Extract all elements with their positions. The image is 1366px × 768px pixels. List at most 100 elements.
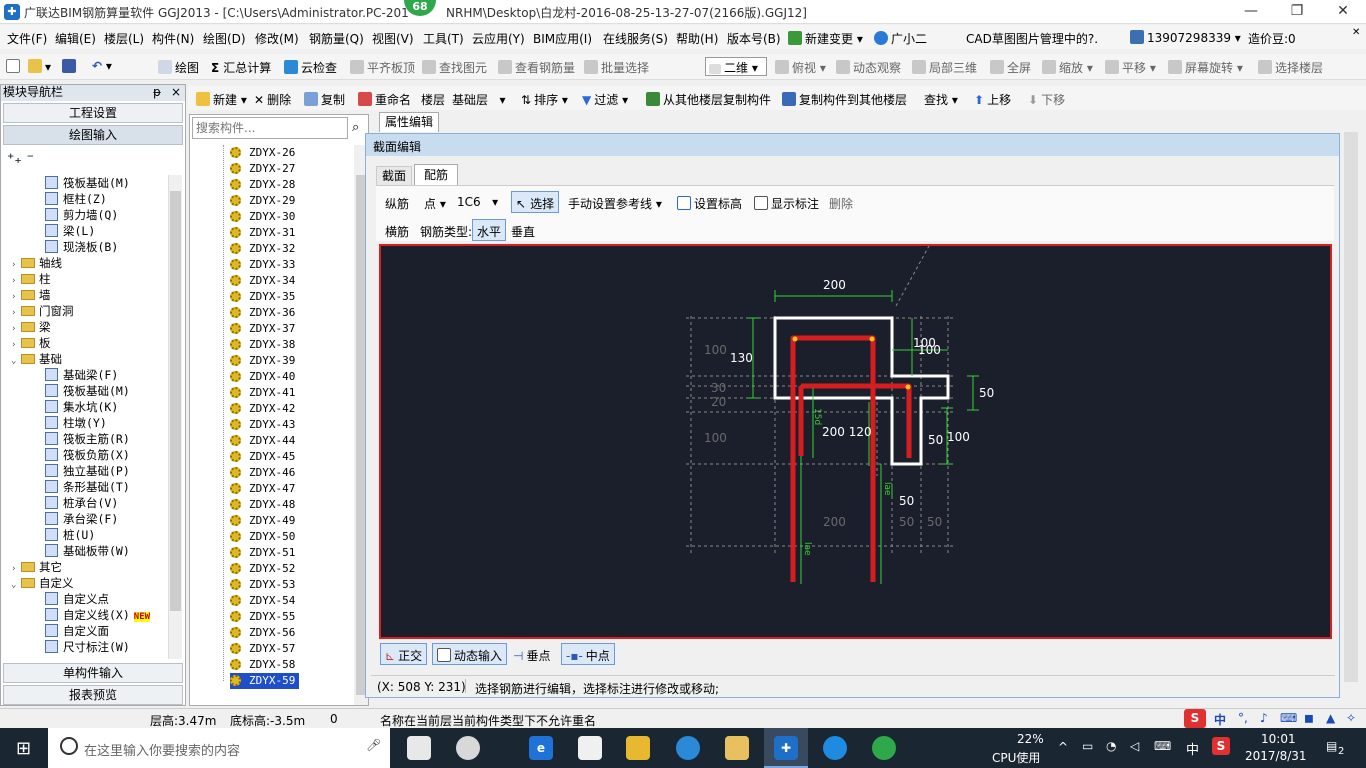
tree-item[interactable]: 桩承台(V) (45, 495, 118, 511)
floor-select[interactable]: 基础层 ▾ (452, 91, 505, 108)
taskbar-search[interactable]: 在这里输入你要搜索的内容 🎤︎ (48, 728, 390, 768)
app-icon-g[interactable] (456, 736, 480, 760)
list-item[interactable]: ZDYX-59 (230, 673, 300, 689)
ortho-button[interactable]: ⊾ 正交 (380, 643, 428, 665)
tab-section[interactable]: 截面 (376, 166, 412, 185)
dim-top-200[interactable]: 200 (823, 278, 846, 292)
find-button[interactable]: 查找 ▾ (924, 91, 958, 108)
menu-rebar[interactable]: 钢筋量(Q) (309, 30, 364, 47)
select-floor-button[interactable]: 选择楼层 (1258, 59, 1323, 76)
list-item[interactable]: ZDYX-27 (230, 161, 295, 177)
tree-item[interactable]: 承台梁(F) (45, 511, 118, 527)
list-item[interactable]: ZDYX-37 (230, 321, 295, 337)
windows-start-icon[interactable]: ⊞ (16, 738, 31, 759)
batch-select-button[interactable]: 批量选择 (584, 59, 649, 76)
user-phone[interactable]: 13907298339 ▾ (1130, 30, 1241, 45)
list-item[interactable]: ZDYX-34 (230, 273, 295, 289)
clock-date[interactable]: 2017/8/31 (1245, 749, 1307, 763)
dim-right-100c[interactable]: 100 (947, 430, 970, 444)
dim-bot-50[interactable]: 50 (899, 494, 914, 508)
pin-icon[interactable]: ᵽ (153, 85, 161, 100)
tree-expand-icon[interactable]: ⌄ (11, 353, 21, 369)
list-item[interactable]: ZDYX-53 (230, 577, 295, 593)
list-item[interactable]: ZDYX-39 (230, 353, 295, 369)
rotate-button[interactable]: 屏幕旋转 ▾ (1168, 59, 1243, 76)
sort-button[interactable]: ⇅ 排序 ▾ (521, 91, 568, 108)
clock-time[interactable]: 10:01 (1261, 732, 1296, 746)
copy-to-floor-button[interactable]: 复制构件到其他楼层 (782, 91, 907, 108)
tree-item[interactable]: 自定义点 (45, 591, 109, 607)
list-item[interactable]: ZDYX-57 (230, 641, 295, 657)
app-icon-green[interactable] (872, 736, 896, 760)
store-icon[interactable] (578, 736, 602, 760)
tree-item[interactable]: 梁(L) (45, 223, 95, 239)
cad-note[interactable]: CAD草图图片管理中的?. (966, 30, 1098, 47)
list-item[interactable]: ZDYX-52 (230, 561, 295, 577)
sogou-ime-icon[interactable]: S (1184, 709, 1206, 728)
pan-button[interactable]: 平移 ▾ (1105, 59, 1156, 76)
horizontal-button[interactable]: 水平 (472, 219, 507, 241)
list-item[interactable]: ZDYX-30 (230, 209, 295, 225)
menu-close-icon[interactable]: ✕ (1352, 27, 1360, 38)
show-dim-button[interactable]: 显示标注 (754, 195, 819, 212)
filter-button[interactable]: ▼ 过滤 ▾ (582, 91, 628, 108)
search-icon[interactable]: ⌕ (352, 120, 359, 135)
tree-item[interactable]: ⌄ 基础 (11, 351, 62, 367)
copy-component-button[interactable]: 复制 (304, 91, 345, 108)
longit-rebar-label[interactable]: 纵筋 (385, 195, 409, 212)
dim-mid-200-120[interactable]: 200 120 (822, 425, 872, 439)
view-rebar-button[interactable]: 查看钢筋量 (498, 59, 575, 76)
tree-item[interactable]: 筏板基础(M) (45, 175, 130, 191)
nav-close-icon[interactable]: × (171, 85, 181, 100)
dim-right-50a[interactable]: 50 (979, 386, 994, 400)
list-item[interactable]: ZDYX-49 (230, 513, 295, 529)
beans-balance[interactable]: 造价豆:0 (1248, 30, 1296, 47)
cloud-check-button[interactable]: 云检查 (284, 59, 337, 76)
midpoint-button[interactable]: -▪- 中点 (561, 643, 615, 665)
tray-chevron-icon[interactable]: ^ (1058, 740, 1068, 754)
section-canvas[interactable]: 200 130 100 100 50 50 100 200 120 50 100… (379, 244, 1332, 639)
tree-scroll-thumb[interactable] (170, 191, 181, 611)
draw-button[interactable]: 绘图 (158, 59, 199, 76)
select-button[interactable]: ↖ 选择 (511, 191, 560, 213)
taskview-icon[interactable] (407, 736, 431, 760)
zoom-button[interactable]: 缩放 ▾ (1042, 59, 1093, 76)
main-scrollbar[interactable] (1342, 114, 1360, 698)
list-item[interactable]: ZDYX-36 (230, 305, 295, 321)
tree-scrollbar[interactable] (168, 175, 182, 659)
copy-from-floor-button[interactable]: 从其他楼层复制构件 (646, 91, 771, 108)
list-item[interactable]: ZDYX-42 (230, 401, 295, 417)
transverse-rebar-label[interactable]: 横筋 (385, 223, 409, 240)
dim-left-20[interactable]: 20 (711, 395, 726, 409)
rename-button[interactable]: 重命名 (358, 91, 411, 108)
tree-item[interactable]: › 门窗洞 (11, 303, 74, 319)
tree-item[interactable]: 独立基础(P) (45, 463, 130, 479)
single-input-button[interactable]: 单构件输入 (3, 663, 183, 683)
clothes-icon[interactable]: ▲ (1326, 711, 1335, 725)
list-item[interactable]: ZDYX-40 (230, 369, 295, 385)
props-tab[interactable]: 属性编辑 (379, 112, 439, 132)
tree-item[interactable]: 现浇板(B) (45, 239, 118, 255)
tree-item[interactable]: 桩(U) (45, 527, 95, 543)
menu-help[interactable]: 帮助(H) (676, 30, 718, 47)
list-item[interactable]: ZDYX-48 (230, 497, 295, 513)
list-item[interactable]: ZDYX-58 (230, 657, 295, 673)
list-item[interactable]: ZDYX-32 (230, 241, 295, 257)
app-icon-g3[interactable] (823, 736, 847, 760)
undo-icon[interactable]: ↶ ▾ (92, 59, 112, 73)
new-change-button[interactable]: 新建变更 ▾ (788, 30, 863, 47)
tree-item[interactable]: 自定义面 (45, 623, 109, 639)
anchor-lae-2[interactable]: lae (802, 542, 812, 556)
list-item[interactable]: ZDYX-55 (230, 609, 295, 625)
list-item[interactable]: ZDYX-43 (230, 417, 295, 433)
menu-version[interactable]: 版本号(B) (727, 30, 781, 47)
tree-item[interactable]: › 墙 (11, 287, 51, 303)
dim-bot-50a[interactable]: 50 (899, 515, 914, 529)
new-component-button[interactable]: 新建 ▾ (196, 91, 247, 108)
set-elevation-button[interactable]: 设置标高 (677, 195, 742, 212)
tray-ime[interactable]: 中 (1186, 739, 1199, 758)
list-item[interactable]: ZDYX-54 (230, 593, 295, 609)
tree-item[interactable]: 条形基础(T) (45, 479, 130, 495)
list-item[interactable]: ZDYX-44 (230, 433, 295, 449)
ime-lang[interactable]: 中 (1214, 711, 1226, 728)
